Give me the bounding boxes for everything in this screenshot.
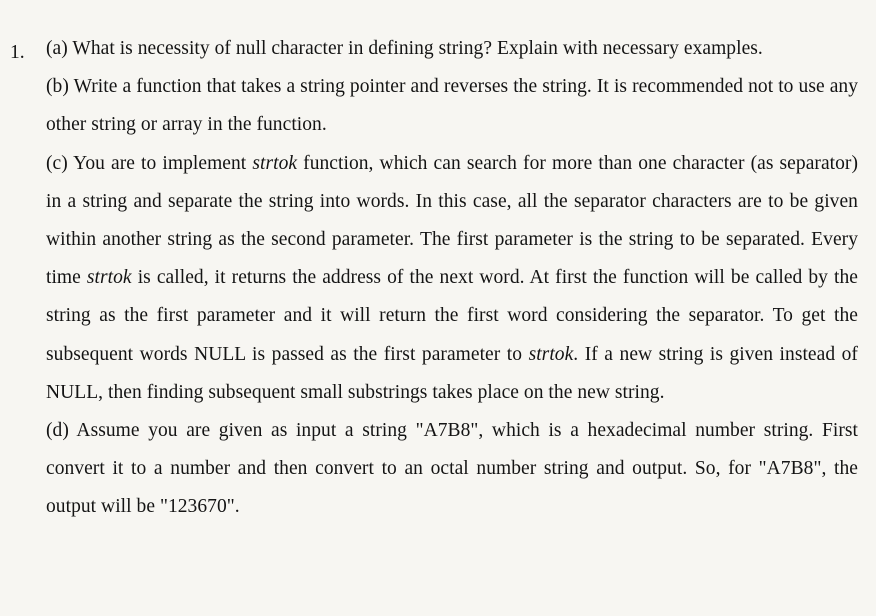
part-a-text: (a) What is necessity of null character … bbox=[46, 38, 763, 59]
question-number: 1. bbox=[10, 42, 25, 63]
strtok-term: strtok bbox=[252, 152, 298, 174]
part-b-text: (b) Write a function that takes a string… bbox=[46, 76, 858, 136]
strtok-term: strtok bbox=[86, 267, 132, 289]
exam-page: 1. (a) What is necessity of null charact… bbox=[0, 0, 876, 616]
part-d: (d) Assume you are given as input a stri… bbox=[46, 412, 858, 527]
part-a: (a) What is necessity of null character … bbox=[46, 30, 858, 68]
part-b: (b) Write a function that takes a string… bbox=[46, 68, 858, 144]
question-body: (a) What is necessity of null character … bbox=[46, 30, 858, 527]
part-c-text: (c) You are to implement bbox=[46, 152, 253, 174]
strtok-term: strtok bbox=[528, 343, 574, 365]
part-c: (c) You are to implement strtok function… bbox=[46, 145, 858, 412]
part-d-text: (d) Assume you are given as input a stri… bbox=[46, 420, 858, 518]
